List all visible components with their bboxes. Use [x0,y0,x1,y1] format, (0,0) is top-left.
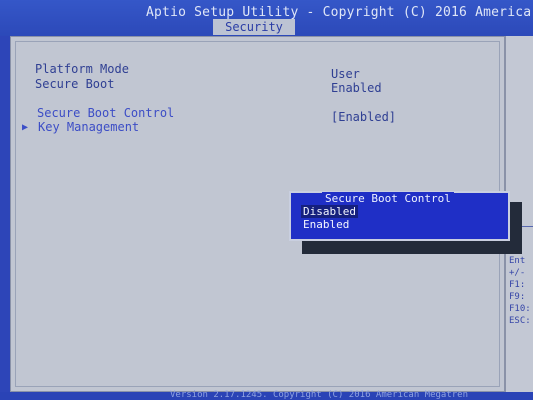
secure-boot-control-value[interactable]: [Enabled] [331,110,396,124]
submenu-arrow-icon: ▶ [22,122,29,133]
footer-version: Version 2.17.1245. Copyright (C) 2016 Am… [170,390,469,400]
help-line: ESC: [509,316,531,326]
help-line: F9: [509,292,526,302]
popup-option-enabled[interactable]: Enabled [303,218,349,231]
platform-mode-value: User [331,67,360,81]
key-management-item[interactable]: Key Management [38,120,139,134]
help-line: F1: [509,280,526,290]
window-title: Aptio Setup Utility - Copyright (C) 2016… [146,5,532,20]
platform-mode-label: Platform Mode [35,62,129,76]
help-line: +/- [509,268,526,278]
help-line: Ent [509,256,526,266]
secure-boot-label: Secure Boot [35,77,115,91]
bios-screen: Aptio Setup Utility - Copyright (C) 2016… [0,0,533,400]
left-border [0,36,10,392]
popup-title: Secure Boot Control [322,192,454,205]
secure-boot-control-item[interactable]: Secure Boot Control [37,106,174,120]
tab-security[interactable]: Security [213,19,295,35]
secure-boot-value: Enabled [331,81,382,95]
popup-option-disabled[interactable]: Disabled [301,205,358,218]
title-bar: Aptio Setup Utility - Copyright (C) 2016… [0,0,533,36]
help-line: F10: [509,304,531,314]
